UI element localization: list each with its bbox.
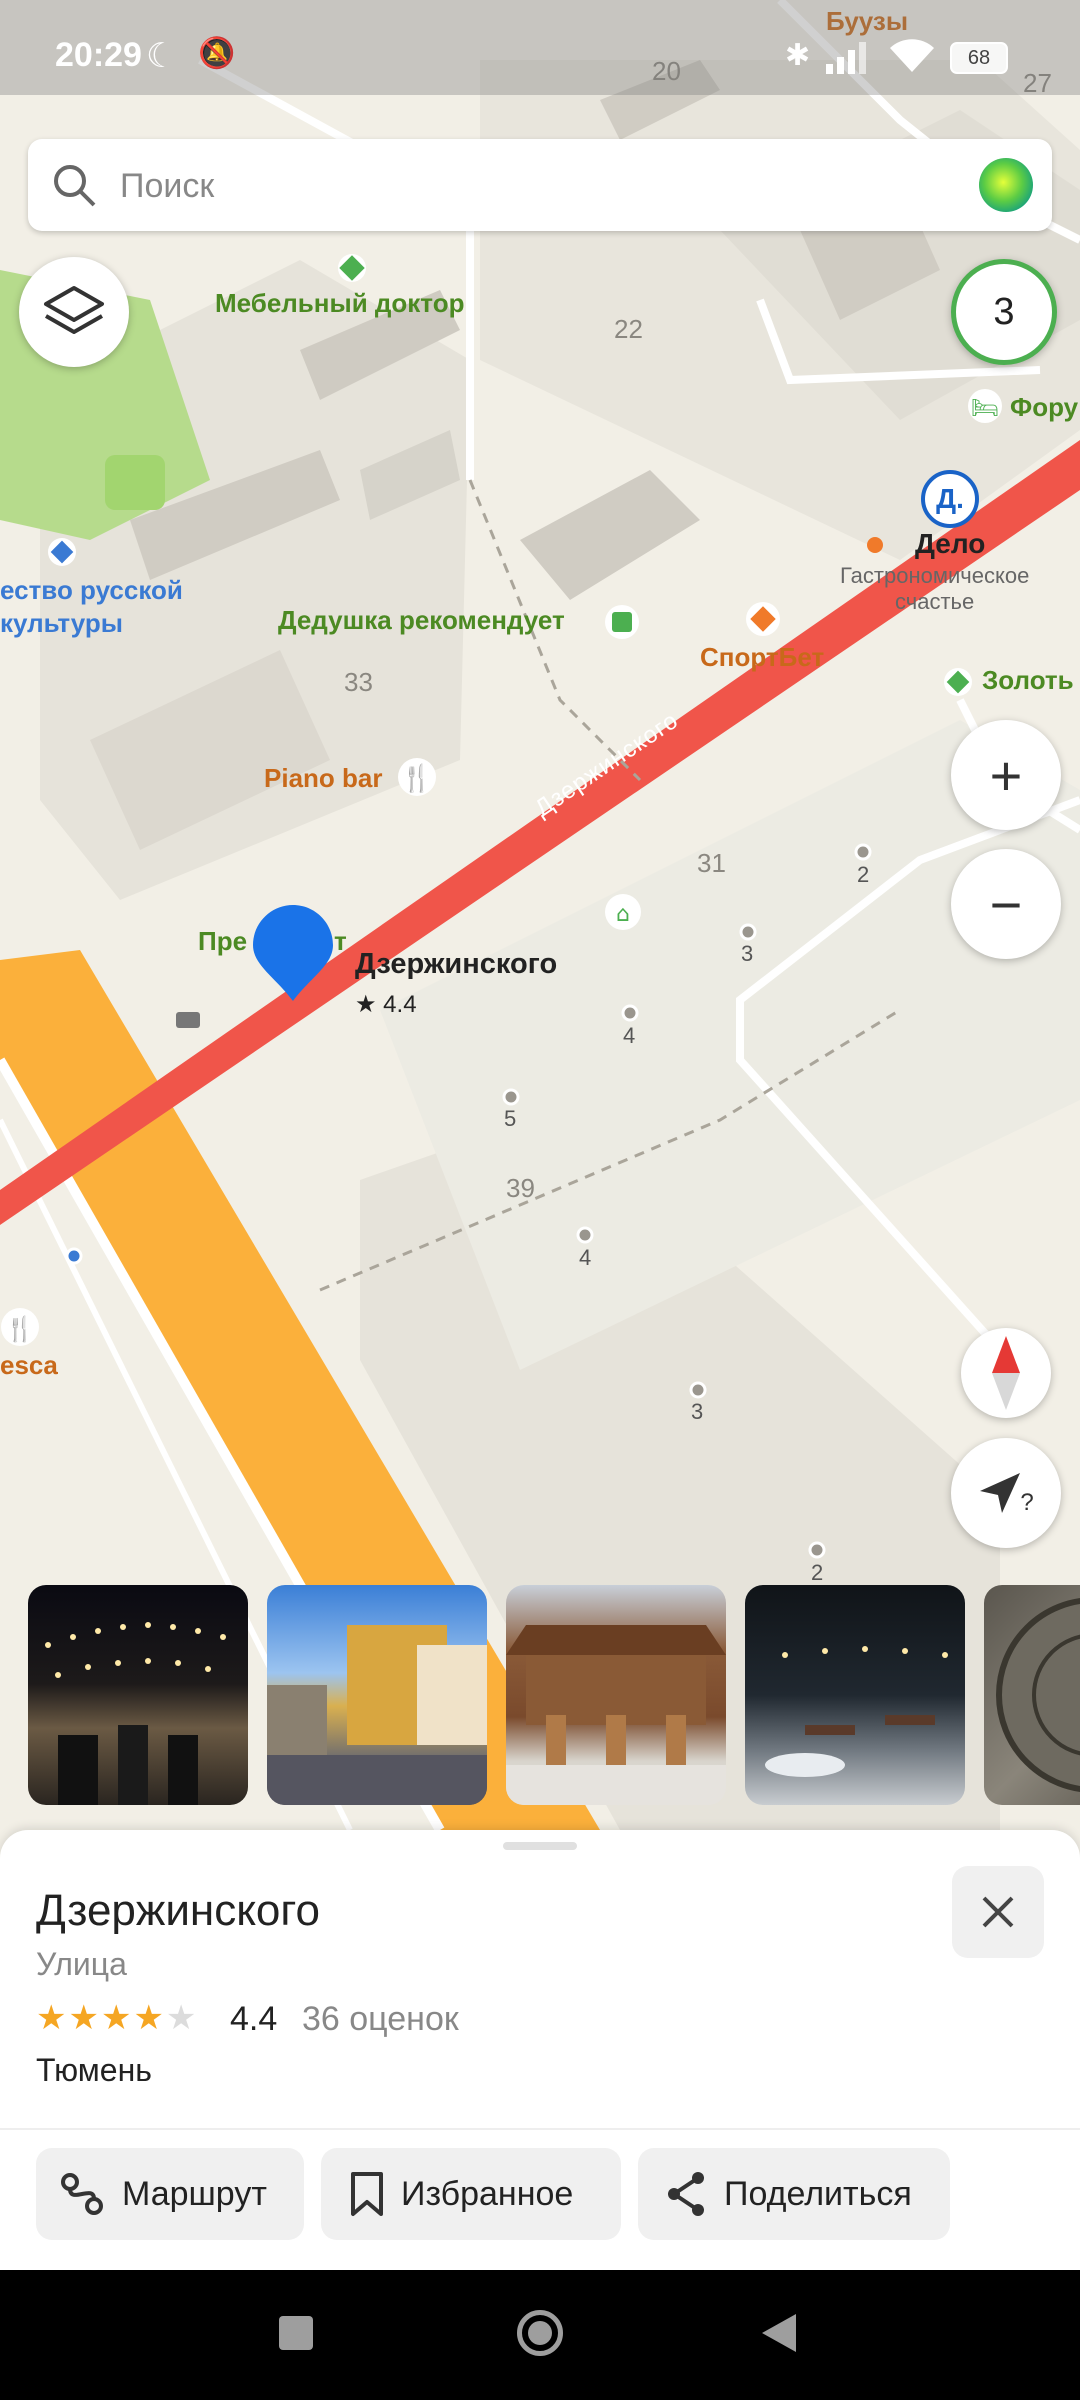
locate-me-button[interactable]: ? — [951, 1438, 1061, 1548]
map-view[interactable]: Мебельный доктор Дедушка рекомендует Спо… — [0, 0, 1080, 1830]
favorite-label: Избранное — [401, 2174, 574, 2213]
back-button[interactable] — [760, 2312, 798, 2354]
home-button[interactable] — [517, 2310, 563, 2356]
route-button[interactable]: Маршрут — [36, 2148, 304, 2240]
search-input[interactable]: Поиск — [120, 167, 214, 206]
close-button[interactable] — [952, 1866, 1044, 1958]
home-dot-icon — [528, 2321, 552, 2345]
entrance-number: 2 — [857, 862, 870, 887]
building-number: 33 — [344, 667, 373, 697]
poi-esca-label[interactable]: esca — [0, 1350, 58, 1381]
compass-icon — [992, 1336, 1020, 1410]
building-number: 31 — [697, 848, 726, 878]
layers-icon — [44, 286, 104, 334]
assistant-icon[interactable] — [979, 158, 1033, 212]
building-number: 22 — [614, 314, 643, 344]
place-type: Улица — [36, 1946, 127, 1982]
photo-thumbnail[interactable] — [745, 1585, 965, 1805]
entrance-number: 4 — [579, 1245, 592, 1270]
photo-thumbnail[interactable] — [28, 1585, 248, 1805]
photo-strip[interactable] — [0, 1585, 1080, 1807]
building-number: 39 — [506, 1173, 535, 1203]
navigation-arrow-icon — [980, 1473, 1021, 1513]
photo-thumbnail[interactable] — [506, 1585, 726, 1805]
poi-delo-label[interactable]: Дело — [915, 528, 985, 560]
zoom-in-button[interactable]: + — [951, 720, 1061, 830]
poi-sportbet-label[interactable]: СпортБет — [700, 642, 824, 673]
recent-apps-button[interactable] — [279, 2316, 313, 2350]
entrance-number: 3 — [691, 1399, 704, 1424]
place-rating: 4.4 — [230, 2000, 278, 2038]
poi-forum-label[interactable]: Фору — [1010, 392, 1078, 423]
route-label: Маршрут — [122, 2174, 267, 2213]
bluetooth-icon: ✱ — [785, 39, 811, 72]
poi-russian-culture-label-2[interactable]: культуры — [0, 608, 123, 639]
favorite-button[interactable]: Избранное — [321, 2148, 621, 2240]
system-nav-bar — [0, 2270, 1080, 2400]
poi-delo-subtitle: Гастрономическое счастье — [840, 563, 1030, 614]
location-pin-icon[interactable] — [251, 903, 335, 1003]
search-icon — [54, 165, 96, 207]
photo-street-image — [267, 1625, 487, 1805]
sheet-drag-handle[interactable] — [503, 1842, 577, 1850]
layers-button[interactable] — [19, 257, 129, 367]
share-button[interactable]: Поделиться — [638, 2148, 950, 2240]
photo-thumbnail[interactable] — [267, 1585, 487, 1805]
signal-icon — [826, 42, 866, 74]
rating-stars-icon: ★★★★★ — [36, 1999, 199, 2037]
status-time: 20:29 — [55, 36, 142, 74]
poi-piano-bar-label[interactable]: Piano bar — [264, 763, 382, 794]
status-bar: 20:29 ☾ 🔕 ✱ 68 — [0, 0, 1080, 95]
pin-title-label: Дзержинского — [355, 948, 558, 980]
bookmark-icon — [351, 2172, 383, 2216]
route-icon — [61, 2173, 103, 2215]
place-reviews[interactable]: 36 оценок — [302, 2000, 459, 2039]
poi-pre-label[interactable]: Пре — [198, 926, 247, 957]
entrance-number: 2 — [811, 1560, 824, 1585]
place-title: Дзержинского — [36, 1886, 320, 1935]
photo-wooden-house-image — [506, 1625, 726, 1805]
photo-lights-image — [45, 1622, 226, 1805]
zoom-in-icon: + — [989, 743, 1023, 807]
share-label: Поделиться — [724, 2174, 912, 2213]
locate-hint-icon: ? — [1020, 1489, 1034, 1516]
entrance-number: 4 — [623, 1023, 636, 1048]
divider — [0, 2128, 1080, 2130]
poi-russian-culture-label-1[interactable]: ество русской — [0, 575, 183, 606]
close-icon — [982, 1896, 1014, 1928]
pin-rating-label: ★ 4.4 — [355, 991, 417, 1018]
poi-zolot-label[interactable]: Золоть — [982, 665, 1074, 696]
share-icon — [668, 2172, 704, 2216]
wifi-icon — [890, 39, 934, 72]
photo-manhole-image — [996, 1598, 1080, 1792]
search-bar[interactable]: Поиск — [28, 139, 1052, 231]
zoom-out-icon: − — [989, 872, 1023, 936]
battery-icon: 68 — [950, 42, 1008, 74]
entrance-number: 5 — [504, 1106, 517, 1131]
traffic-level-value: 3 — [993, 290, 1015, 333]
map-canvas[interactable] — [0, 0, 1080, 1830]
poi-mebelny-doktor-label[interactable]: Мебельный доктор — [215, 288, 464, 319]
moon-icon: ☾ — [146, 37, 177, 75]
compass-button[interactable] — [961, 1328, 1051, 1418]
place-city: Тюмень — [36, 2052, 152, 2088]
entrance-number: 3 — [741, 941, 754, 966]
poi-pre-label-end: т — [334, 926, 347, 956]
poi-dedushka-label[interactable]: Дедушка рекомендует — [278, 605, 565, 636]
poi-delo-badge-icon[interactable]: Д. — [921, 470, 979, 528]
photo-thumbnail[interactable] — [984, 1585, 1080, 1805]
traffic-level-button[interactable]: 3 — [951, 259, 1057, 365]
zoom-out-button[interactable]: − — [951, 849, 1061, 959]
mute-icon: 🔕 — [198, 37, 236, 70]
photo-night-park-image — [765, 1646, 948, 1777]
